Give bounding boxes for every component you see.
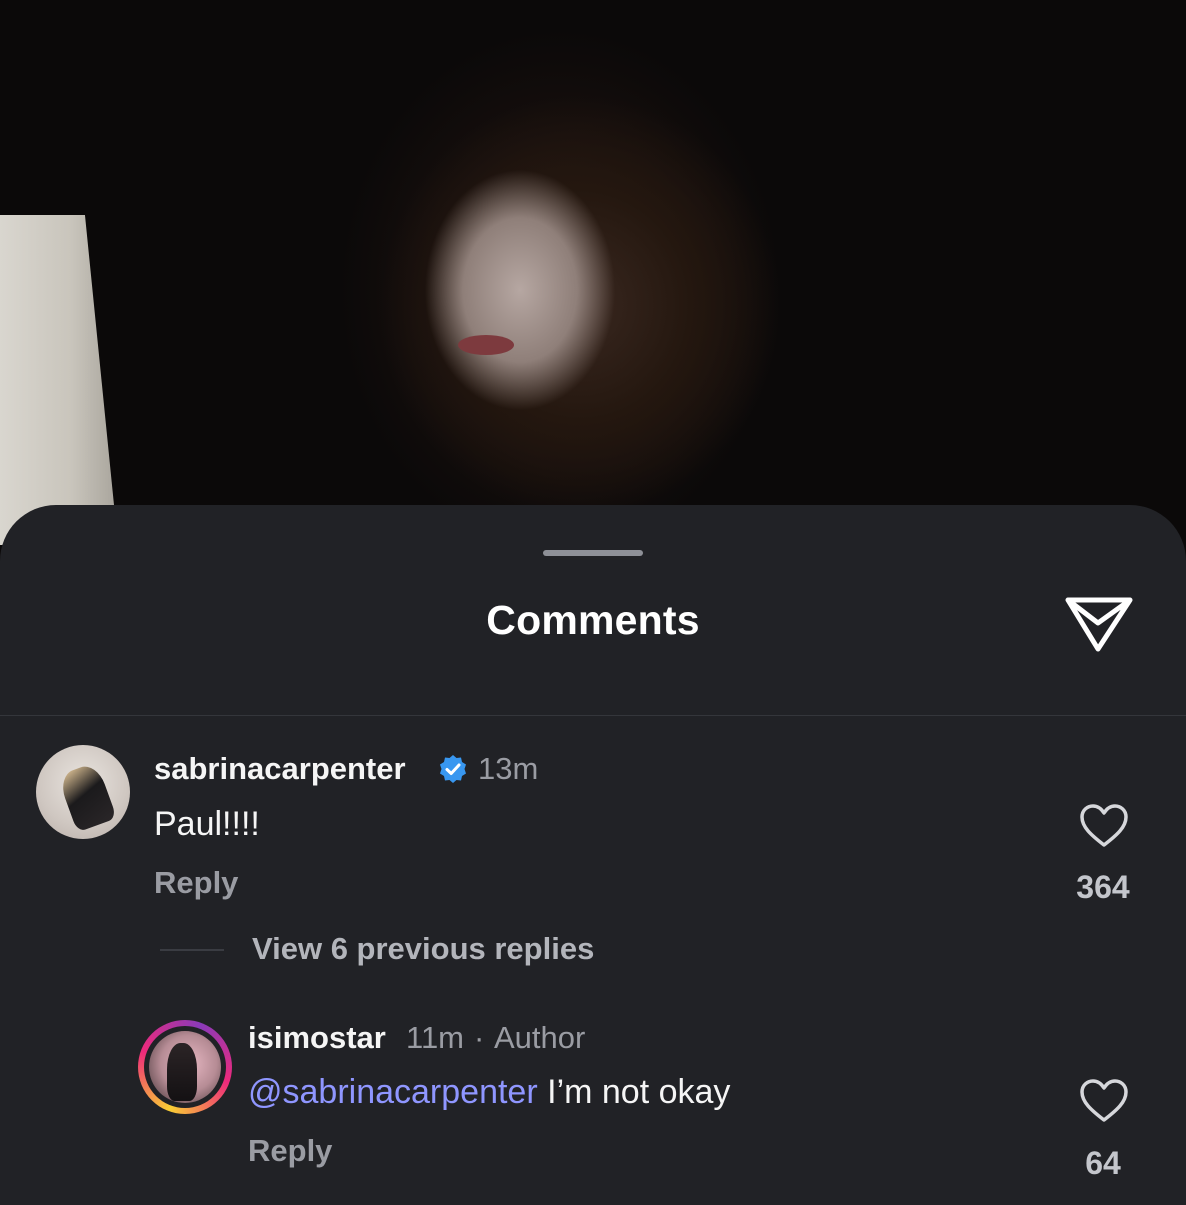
reply-text: @sabrinacarpenter I’m not okay: [248, 1073, 730, 1112]
comment-username[interactable]: sabrinacarpenter: [154, 751, 406, 787]
reply-button[interactable]: Reply: [248, 1133, 332, 1169]
reply-username[interactable]: isimostar: [248, 1020, 386, 1056]
meta-separator: ·: [474, 1020, 485, 1055]
like-count: 364: [1076, 869, 1130, 905]
avatar-story-ring[interactable]: [138, 1020, 232, 1114]
photo-subject-lips: [458, 335, 514, 355]
thread-line: [160, 949, 224, 951]
reply-button[interactable]: Reply: [154, 865, 238, 901]
sheet-grabber[interactable]: [543, 550, 643, 556]
avatar[interactable]: [36, 745, 130, 839]
post-photo: [0, 0, 1186, 560]
heart-icon[interactable]: [1079, 1078, 1129, 1124]
like-count: 64: [1085, 1145, 1121, 1181]
sheet-title: Comments: [486, 597, 700, 643]
paper-plane-icon[interactable]: [1062, 591, 1136, 655]
avatar-figure: [167, 1043, 197, 1101]
verified-badge-icon: [440, 755, 466, 783]
comment-time: 13m: [478, 751, 539, 786]
header-divider: [0, 715, 1186, 716]
comment-text: Paul!!!!: [154, 805, 260, 843]
lamp-shade: [0, 215, 118, 545]
photo-subject-face: [425, 170, 625, 410]
avatar: [149, 1031, 221, 1103]
heart-icon[interactable]: [1079, 803, 1129, 849]
reply-time: 11m: [406, 1020, 465, 1055]
mention-link[interactable]: @sabrinacarpenter: [248, 1073, 538, 1111]
view-previous-replies-button[interactable]: View 6 previous replies: [252, 931, 594, 967]
avatar-figure: [57, 761, 117, 833]
comments-sheet: Comments sabrinacarpenter 13m Paul!!!! R…: [0, 505, 1186, 1205]
author-badge: Author: [494, 1020, 586, 1055]
reply-body: I’m not okay: [537, 1073, 731, 1111]
